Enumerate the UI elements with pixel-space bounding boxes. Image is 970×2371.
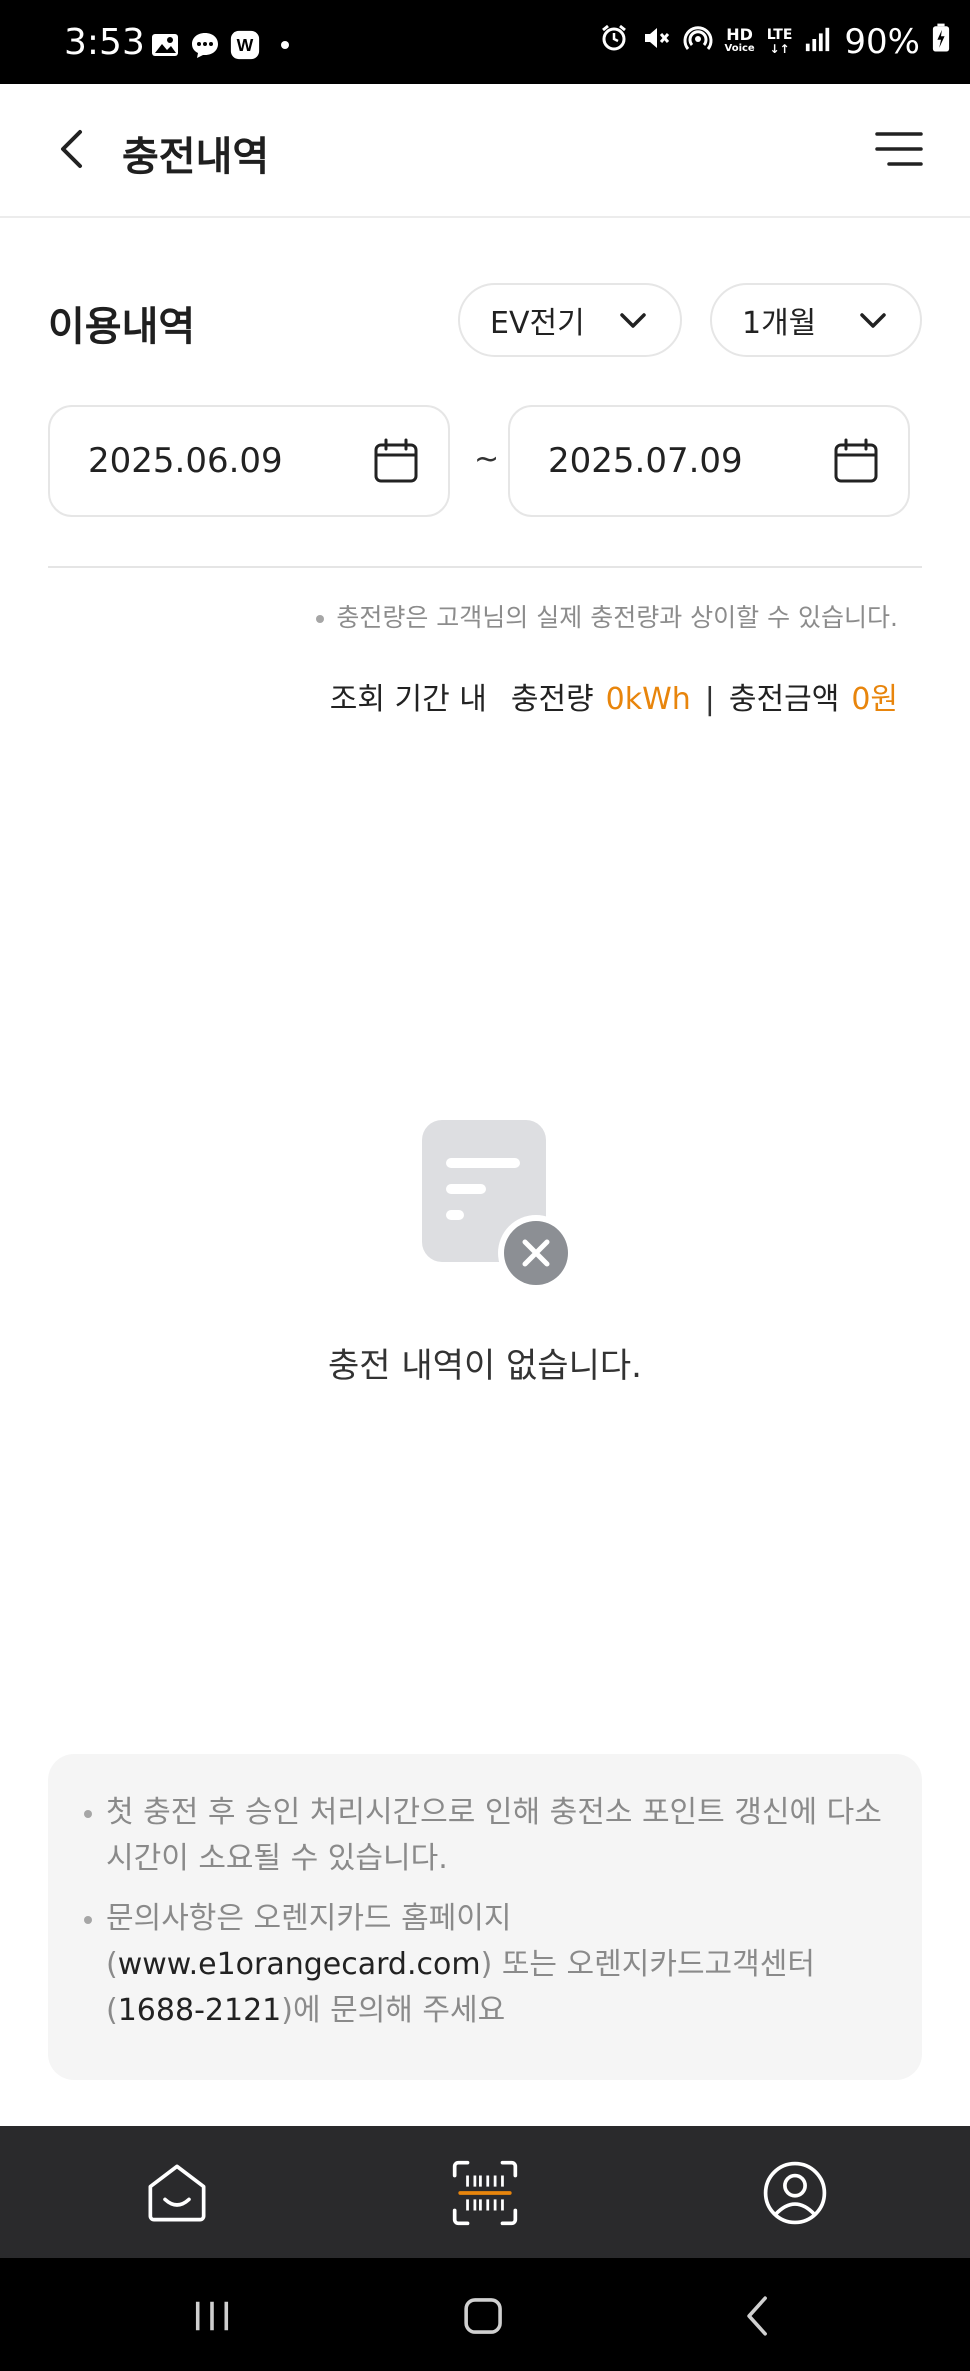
lte-label: LTE [766,27,793,43]
info-item-text: 첫 충전 후 승인 처리시간으로 인해 충전소 포인트 갱신에 다소 시간이 소… [106,1795,882,1876]
chat-icon [190,30,220,60]
bottom-navigation [0,2126,970,2258]
period-dropdown[interactable]: 1개월 [710,283,922,357]
signal-icon [804,22,832,62]
system-navigation [0,2258,970,2371]
app-header: 충전내역 [0,84,970,218]
bullet-dot [316,615,325,623]
calendar-icon[interactable] [372,437,420,485]
w-app-icon: W [230,30,260,60]
chevron-down-icon [860,313,886,328]
hamburger-icon [875,132,923,166]
summary-amount-label: 충전량 [510,682,594,717]
period-dropdown-label: 1개월 [742,306,817,341]
battery-percent: 90% [844,22,920,62]
chevron-left-icon [61,130,82,168]
dot-icon [270,30,300,60]
calendar-icon[interactable] [832,437,880,485]
charge-notice: 충전량은 고객님의 실제 충전량과 상이할 수 있습니다. [316,598,898,634]
phone-link[interactable]: 1688-2121 [118,1993,282,2028]
hd-voice-icon: HD Voice [724,25,755,56]
alarm-icon [599,22,629,62]
page-title: 충전내역 [122,134,270,180]
menu-button[interactable] [874,124,924,174]
date-separator: ~ [474,442,500,477]
recents-icon [195,2301,229,2331]
lte-icon: LTE ↓↑ [766,27,793,56]
summary-period-label: 조회 기간 내 [329,682,487,717]
info-box: 첫 충전 후 승인 처리시간으로 인해 충전소 포인트 갱신에 다소 시간이 소… [48,1754,922,2080]
section-title: 이용내역 [48,304,196,350]
summary-row: 조회 기간 내 충전량 0kWh | 충전금액 0원 [330,674,898,718]
back-arrow-icon [747,2296,767,2336]
svg-text:W: W [237,35,254,55]
divider [48,566,922,568]
chevron-down-icon [620,313,646,328]
profile-icon [763,2161,827,2225]
status-left-icons: W [150,30,300,60]
gallery-icon [150,30,180,60]
summary-price-label: 충전금액 [728,682,840,717]
summary-price-value: 0원 [851,682,898,717]
charge-notice-text: 충전량은 고객님의 실제 충전량과 상이할 수 있습니다. [336,603,898,632]
home-system-button[interactable] [456,2288,512,2344]
nav-barcode-button[interactable] [448,2156,522,2230]
end-date-value: 2025.07.09 [548,441,743,481]
hotspot-icon [683,22,713,62]
type-dropdown-label: EV전기 [490,306,585,341]
info-item-suffix: )에 문의해 주세요 [281,1993,506,2028]
empty-state-message: 충전 내역이 없습니다. [328,1346,642,1386]
empty-document-icon [422,1120,574,1291]
back-button[interactable] [48,124,98,174]
voice-label: Voice [724,43,755,54]
summary-divider: | [704,682,715,717]
nav-profile-button[interactable] [758,2156,832,2230]
nav-home-button[interactable] [140,2156,214,2230]
status-time: 3:53 [64,22,145,63]
status-right: HD Voice LTE ↓↑ 90% [599,22,951,62]
home-icon [148,2164,206,2222]
recents-button[interactable] [184,2288,240,2344]
type-dropdown[interactable]: EV전기 [458,283,682,357]
start-date-field[interactable]: 2025.06.09 [48,405,450,517]
status-bar: 3:53 W HD Voice LTE ↓↑ 90% [0,0,970,84]
back-system-button[interactable] [730,2288,786,2344]
mute-icon [641,22,671,62]
end-date-field[interactable]: 2025.07.09 [508,405,910,517]
hd-label: HD [726,25,753,44]
summary-amount-value: 0kWh [605,682,691,717]
barcode-scan-icon [452,2160,518,2226]
home-square-icon [464,2298,502,2334]
start-date-value: 2025.06.09 [88,441,283,481]
homepage-link[interactable]: www.e1orangecard.com [118,1947,481,1982]
info-item: 첫 충전 후 승인 처리시간으로 인해 충전소 포인트 갱신에 다소 시간이 소… [84,1790,882,1882]
battery-icon [932,22,950,62]
info-item: 문의사항은 오렌지카드 홈페이지 (www.e1orangecard.com) … [84,1896,882,2034]
